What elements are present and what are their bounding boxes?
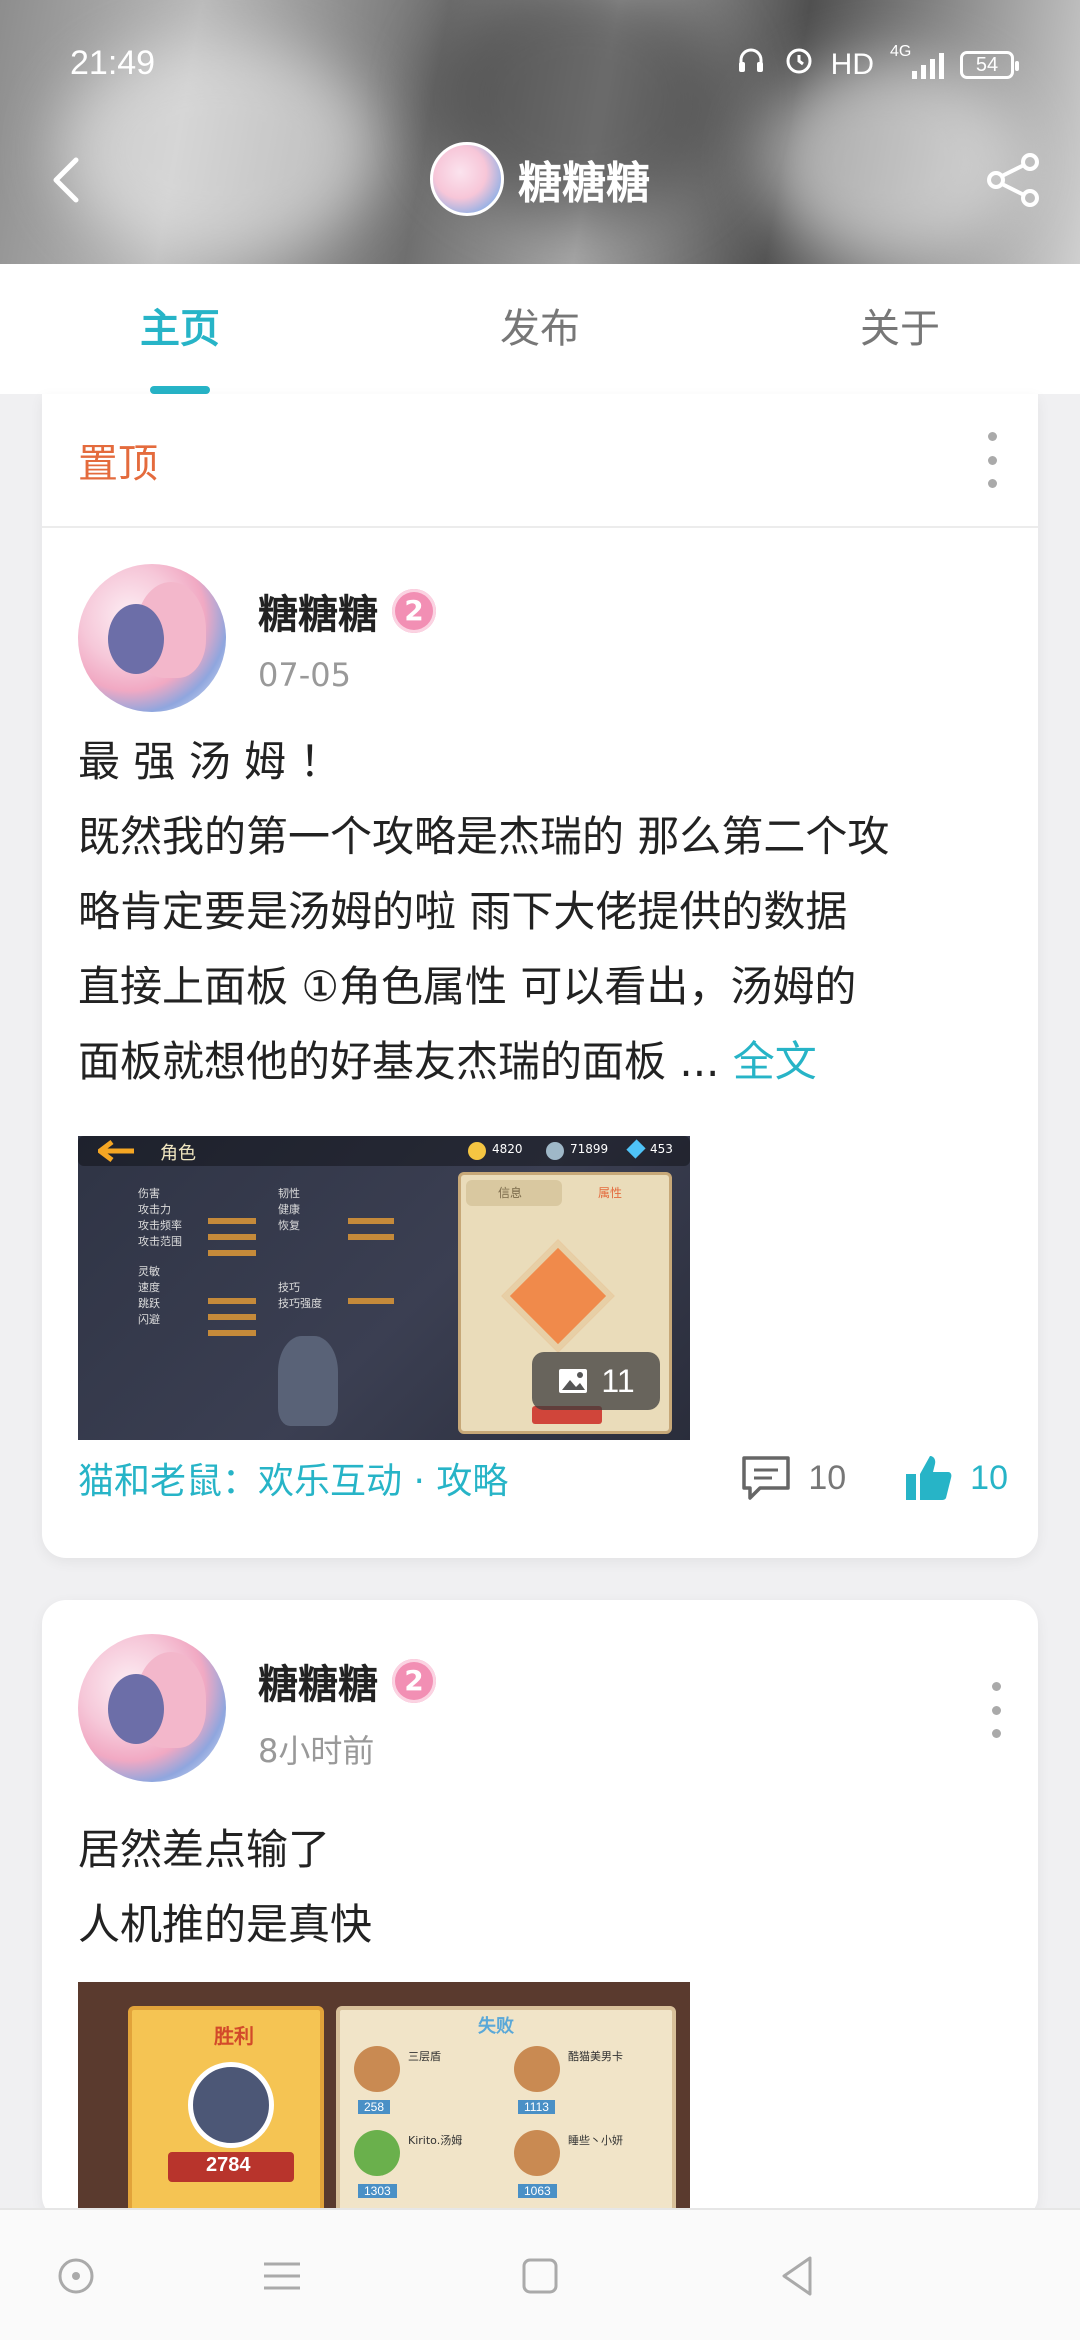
- post-image[interactable]: 角色 4820 71899 453 伤害 攻击力 攻击频率 攻击范围 灵敏 速度…: [78, 1136, 690, 1440]
- network-hd-label: HD: [830, 47, 874, 81]
- square-icon[interactable]: [510, 2246, 570, 2306]
- post-line: 既然我的第一个攻略是杰瑞的 那么第二个攻: [78, 812, 890, 861]
- game-tab-info: 信息: [498, 1186, 523, 1200]
- pinned-header: 置顶: [42, 394, 1038, 528]
- game-title: 角色: [160, 1143, 196, 1164]
- author-info: 糖糖糖 2: [258, 582, 436, 640]
- game-tab-attr: 属性: [598, 1186, 623, 1200]
- back-triangle-icon[interactable]: [768, 2246, 828, 2306]
- tab-posts[interactable]: 发布: [360, 264, 720, 394]
- defeat-label: 失败: [478, 2016, 514, 2037]
- share-icon[interactable]: [982, 148, 1046, 212]
- topic-link[interactable]: 猫和老鼠：欢乐互动 · 攻略: [78, 1452, 684, 1504]
- full-text-link[interactable]: 全文: [733, 1037, 817, 1086]
- post-meta: 猫和老鼠：欢乐互动 · 攻略 10 10: [78, 1448, 1008, 1508]
- battery-indicator: 54: [960, 50, 1019, 79]
- post-card-pinned[interactable]: 置顶 糖糖糖 2 07-05 最 强 汤 姆 ！ 既然我的第一个攻略是杰瑞的 那…: [42, 394, 1038, 1558]
- gold-value: 4820: [492, 1142, 523, 1156]
- menu-icon[interactable]: [252, 2246, 312, 2306]
- signal-icon: 4G: [890, 43, 944, 79]
- profile-tabs: 主页 发布 关于: [0, 264, 1080, 394]
- gold-coin-icon: [468, 1142, 486, 1160]
- level-badge: 2: [392, 1659, 436, 1703]
- game-back-icon: [98, 1140, 134, 1162]
- thumbs-up-icon: [906, 1456, 952, 1500]
- tab-home[interactable]: 主页: [0, 264, 360, 394]
- author-name[interactable]: 糖糖糖: [258, 1652, 378, 1710]
- post-body[interactable]: 居然差点输了 人机推的是真快: [78, 1812, 1008, 1962]
- stats-panel-right: 韧性 健康 恢复 技巧 技巧强度: [278, 1187, 322, 1310]
- header-avatar: [430, 142, 504, 216]
- author-name[interactable]: 糖糖糖: [258, 582, 378, 640]
- comment-icon: [742, 1456, 791, 1500]
- circle-icon[interactable]: [46, 2246, 106, 2306]
- cat-portrait: [188, 2062, 274, 2148]
- status-time: 21:49: [70, 44, 156, 82]
- page-title: 糖糖糖: [518, 158, 650, 209]
- more-options-icon[interactable]: [986, 1682, 1006, 1738]
- victory-label: 胜利: [214, 2024, 254, 2048]
- level-badge: 2: [392, 589, 436, 633]
- comment-button[interactable]: 10: [740, 1454, 846, 1502]
- post-line: 居然差点输了: [78, 1825, 331, 1874]
- pinned-label: 置顶: [78, 441, 158, 487]
- status-bar: 21:49 HD 4G 54: [0, 43, 1080, 90]
- headphone-icon: [735, 44, 767, 85]
- silver-value: 71899: [570, 1142, 609, 1156]
- avatar[interactable]: [78, 564, 226, 712]
- image-count: 11: [601, 1362, 635, 1399]
- post-line: 略肯定要是汤姆的啦 雨下大佬提供的数据: [78, 887, 848, 936]
- gem-value: 453: [650, 1142, 673, 1156]
- post-body[interactable]: 最 强 汤 姆 ！ 既然我的第一个攻略是杰瑞的 那么第二个攻 略肯定要是汤姆的啦…: [78, 724, 1008, 1099]
- system-nav-bar: [0, 2208, 1080, 2340]
- post-date: 07-05: [258, 656, 351, 694]
- post-image[interactable]: 胜利 2784 失败 三层盾 258 酷猫美男卡 1113 Kirito.汤姆 …: [78, 1982, 690, 2220]
- silver-coin-icon: [546, 1142, 564, 1160]
- alarm-icon: [783, 44, 815, 85]
- profile-header: 21:49 HD 4G 54 糖糖糖: [0, 0, 1080, 264]
- image-count-badge: 11: [532, 1352, 660, 1410]
- post-card[interactable]: 糖糖糖 2 8小时前 居然差点输了 人机推的是真快 胜利 2784 失败 三层盾…: [42, 1600, 1038, 2220]
- more-options-icon[interactable]: [982, 432, 1002, 488]
- post-line: 人机推的是真快: [78, 1900, 373, 1949]
- image-icon: [559, 1369, 588, 1393]
- post-line: 直接上面板 ①角色属性 可以看出，汤姆的: [78, 962, 857, 1011]
- tab-about[interactable]: 关于: [720, 264, 1080, 394]
- avatar[interactable]: [78, 1634, 226, 1782]
- stats-panel: 伤害 攻击力 攻击频率 攻击范围 灵敏 速度 跳跃 闪避: [138, 1187, 182, 1326]
- author-info: 糖糖糖 2: [258, 1652, 436, 1710]
- comment-count: 10: [808, 1458, 847, 1497]
- post-date: 8小时前: [258, 1732, 375, 1770]
- post-line: 最 强 汤 姆 ！: [78, 737, 342, 786]
- score-value: 2784: [206, 2154, 251, 2176]
- like-count: 10: [970, 1458, 1008, 1497]
- like-button[interactable]: 10: [902, 1452, 1008, 1504]
- post-line: 面板就想他的好基友杰瑞的面板 ... 全文: [78, 1037, 817, 1086]
